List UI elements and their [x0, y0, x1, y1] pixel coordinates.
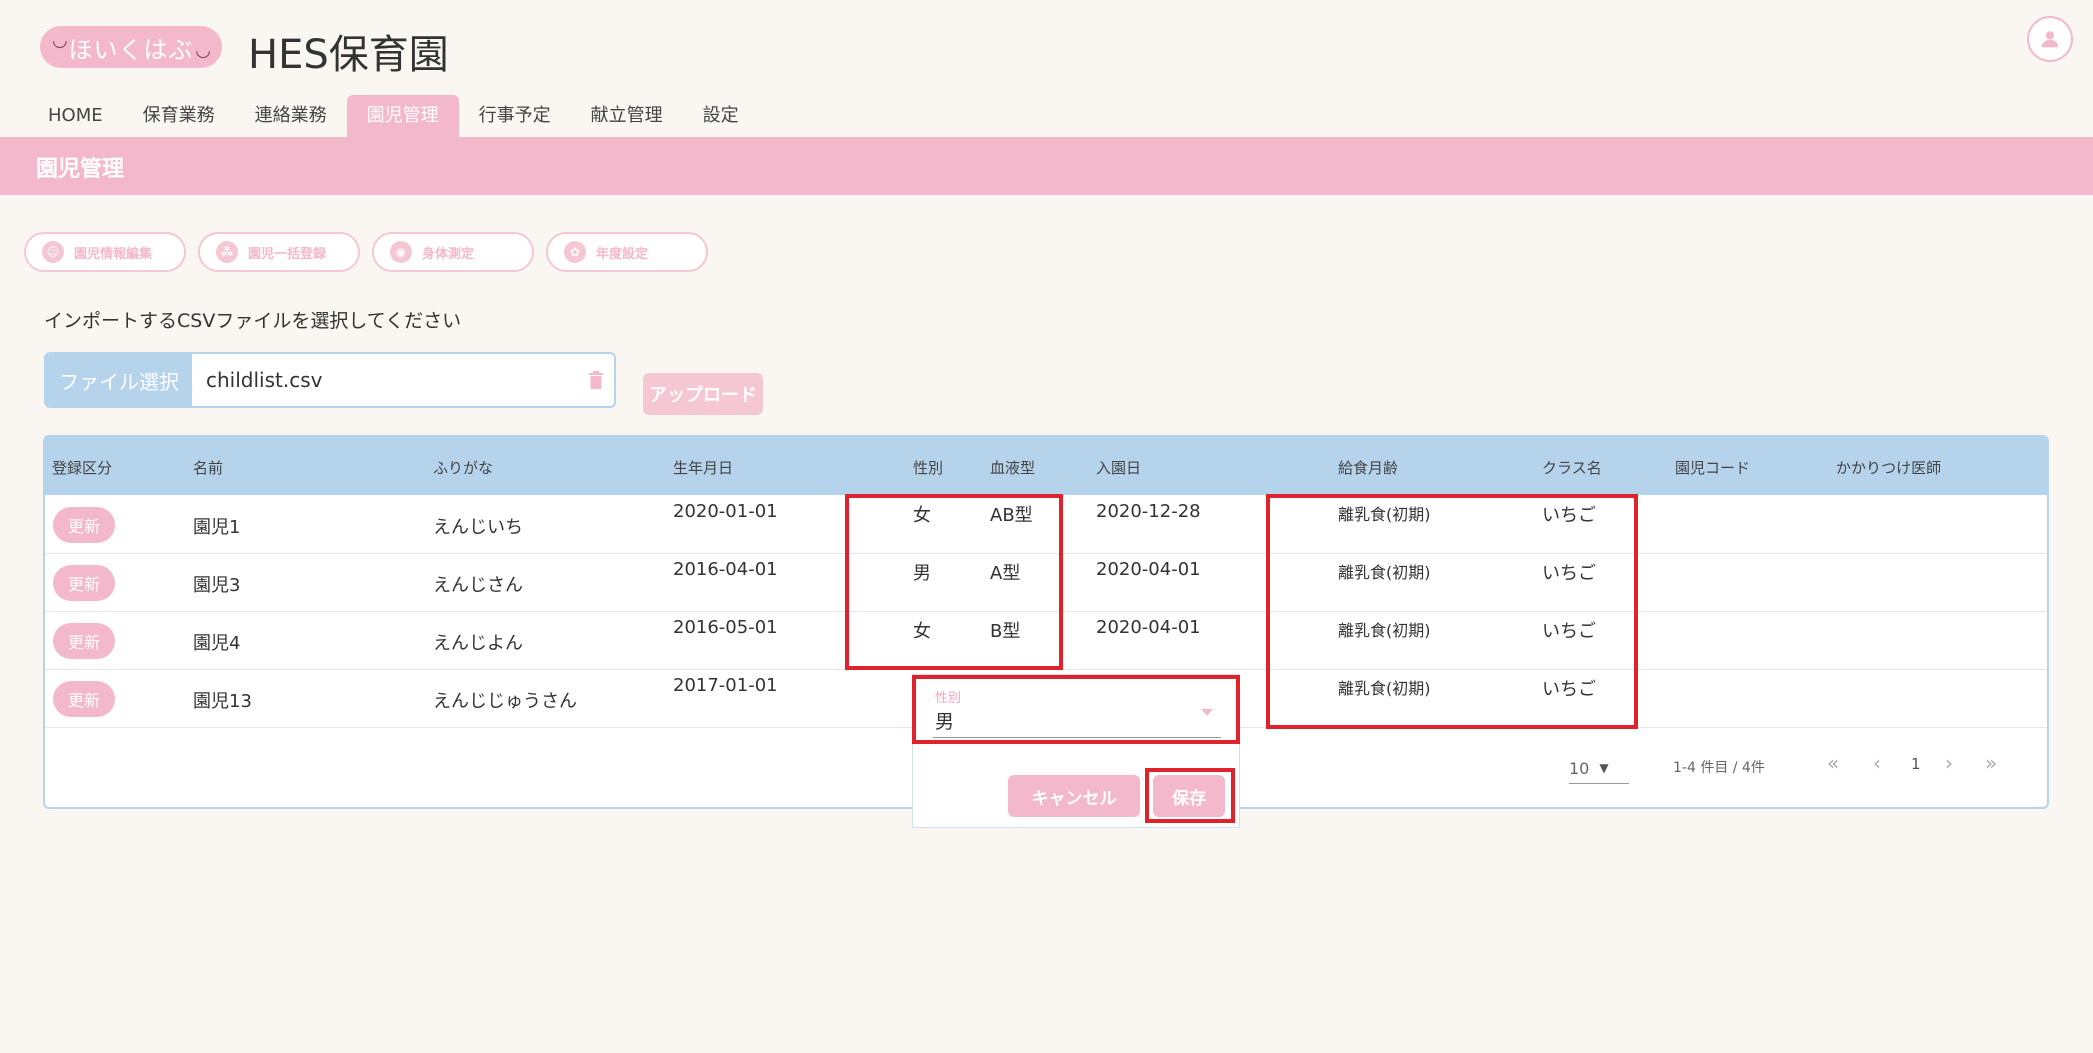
tab-events[interactable]: 行事予定	[459, 95, 571, 137]
cell-name: 園児13	[193, 691, 252, 712]
tab-settings[interactable]: 設定	[683, 95, 759, 137]
table-row[interactable]: 更新 園児1 えんじいち 2020-01-01 女 AB型 2020-12-28…	[45, 495, 2047, 554]
year-settings-button[interactable]: ✿ 年度設定	[546, 232, 708, 272]
first-page-icon[interactable]: «	[1827, 751, 1839, 775]
status-badge: 更新	[53, 681, 115, 717]
cell-class: いちご	[1542, 621, 1596, 642]
upload-button[interactable]: アップロード	[643, 373, 763, 415]
measure-icon: ◉	[390, 241, 412, 263]
current-page: 1	[1911, 755, 1921, 773]
body-measure-button[interactable]: ◉ 身体測定	[372, 232, 534, 272]
col-gender[interactable]: 性別	[913, 457, 943, 478]
col-blood-type[interactable]: 血液型	[990, 457, 1035, 478]
cell-meal-stage: 離乳食(初期)	[1338, 563, 1431, 582]
bulk-register-button[interactable]: ⁂ 園児一括登録	[198, 232, 360, 272]
smile-icon: ◡	[52, 30, 69, 51]
per-page-value: 10	[1569, 758, 1590, 778]
cell-blood-type: B型	[990, 621, 1021, 642]
tab-childcare[interactable]: 保育業務	[123, 95, 235, 137]
cell-name: 園児3	[193, 575, 241, 596]
group-register-icon: ⁂	[216, 241, 238, 263]
cell-class: いちご	[1542, 679, 1596, 700]
file-select-button[interactable]: ファイル選択	[46, 354, 192, 406]
table-header: 登録区分 名前 ふりがな 生年月日 性別 血液型 入園日 給食月齢 クラス名 園…	[45, 437, 2047, 495]
cell-name: 園児1	[193, 517, 241, 538]
cell-meal-stage: 離乳食(初期)	[1338, 679, 1431, 698]
main-nav: HOME 保育業務 連絡業務 園児管理 行事予定 献立管理 設定	[28, 95, 759, 137]
user-icon	[2041, 31, 2059, 48]
col-birthdate[interactable]: 生年月日	[673, 457, 733, 478]
cell-gender: 女	[913, 505, 931, 526]
col-doctor[interactable]: かかりつけ医師	[1836, 457, 1941, 478]
site-title: HES保育園	[248, 32, 449, 78]
child-edit-icon: ☺	[42, 241, 64, 263]
cell-kana: えんじさん	[433, 575, 523, 596]
table-row[interactable]: 更新 園児4 えんじよん 2016-05-01 女 B型 2020-04-01 …	[45, 611, 2047, 670]
year-settings-icon: ✿	[564, 241, 586, 263]
cell-admission: 2020-04-01	[1096, 617, 1201, 638]
cancel-button[interactable]: キャンセル	[1008, 775, 1140, 817]
smile-icon: ◡	[195, 40, 212, 61]
chevron-down-icon: ▼	[1599, 761, 1609, 775]
child-edit-button[interactable]: ☺ 園児情報編集	[24, 232, 186, 272]
table-row[interactable]: 更新 園児3 えんじさん 2016-04-01 男 A型 2020-04-01 …	[45, 553, 2047, 612]
last-page-icon[interactable]: »	[1985, 751, 1997, 775]
select-underline	[933, 737, 1221, 738]
cell-blood-type: AB型	[990, 505, 1033, 526]
logo-text: ほいくはぶ	[68, 35, 194, 64]
cell-gender: 女	[913, 621, 931, 642]
col-admission[interactable]: 入園日	[1096, 457, 1141, 478]
status-badge: 更新	[53, 507, 115, 543]
tab-menu[interactable]: 献立管理	[571, 95, 683, 137]
cell-kana: えんじいち	[433, 517, 523, 538]
col-status[interactable]: 登録区分	[52, 457, 112, 478]
save-button[interactable]: 保存	[1153, 775, 1225, 817]
col-kana[interactable]: ふりがな	[433, 457, 493, 478]
tab-contact[interactable]: 連絡業務	[235, 95, 347, 137]
clear-file-button[interactable]	[578, 354, 614, 406]
cell-admission: 2020-12-28	[1096, 501, 1201, 522]
cell-birthdate: 2017-01-01	[673, 675, 778, 696]
cell-class: いちご	[1542, 505, 1596, 526]
cell-meal-stage: 離乳食(初期)	[1338, 505, 1431, 524]
gender-select[interactable]: 男	[935, 707, 954, 734]
import-instruction: インポートするCSVファイルを選択してください	[44, 310, 462, 332]
app-logo: ◡ ほいくはぶ ◡	[40, 26, 222, 68]
col-class[interactable]: クラス名	[1542, 457, 1602, 478]
per-page-select[interactable]: 10 ▼	[1569, 753, 1629, 784]
status-badge: 更新	[53, 565, 115, 601]
cell-gender: 男	[913, 563, 931, 584]
file-input: ファイル選択 childlist.csv	[44, 352, 616, 408]
cell-birthdate: 2016-04-01	[673, 559, 778, 580]
tab-child-management[interactable]: 園児管理	[346, 95, 459, 137]
cell-birthdate: 2016-05-01	[673, 617, 778, 638]
page-banner: 園児管理	[0, 137, 2093, 195]
col-child-code[interactable]: 園児コード	[1675, 457, 1750, 478]
cell-name: 園児4	[193, 633, 241, 654]
cell-admission: 2020-04-01	[1096, 559, 1201, 580]
tab-home[interactable]: HOME	[28, 95, 123, 137]
next-page-icon[interactable]: ›	[1945, 751, 1953, 775]
gender-edit-popup: 性別 男 キャンセル 保存	[912, 674, 1240, 828]
cell-class: いちご	[1542, 563, 1596, 584]
col-name[interactable]: 名前	[193, 457, 223, 478]
cell-birthdate: 2020-01-01	[673, 501, 778, 522]
cell-meal-stage: 離乳食(初期)	[1338, 621, 1431, 640]
page-title: 園児管理	[36, 157, 125, 182]
dropdown-arrow-icon[interactable]	[1201, 709, 1213, 716]
trash-icon	[589, 371, 603, 389]
page-range: 1-4 件目 / 4件	[1673, 760, 1765, 776]
cell-kana: えんじよん	[433, 633, 523, 654]
cell-kana: えんじじゅうさん	[433, 691, 577, 712]
prev-page-icon[interactable]: ‹	[1873, 751, 1881, 775]
selected-file-name: childlist.csv	[206, 368, 323, 392]
user-menu-button[interactable]	[2027, 16, 2073, 62]
cell-blood-type: A型	[990, 563, 1021, 584]
gender-field-label: 性別	[935, 691, 962, 706]
col-meal-stage[interactable]: 給食月齢	[1338, 457, 1398, 478]
status-badge: 更新	[53, 623, 115, 659]
